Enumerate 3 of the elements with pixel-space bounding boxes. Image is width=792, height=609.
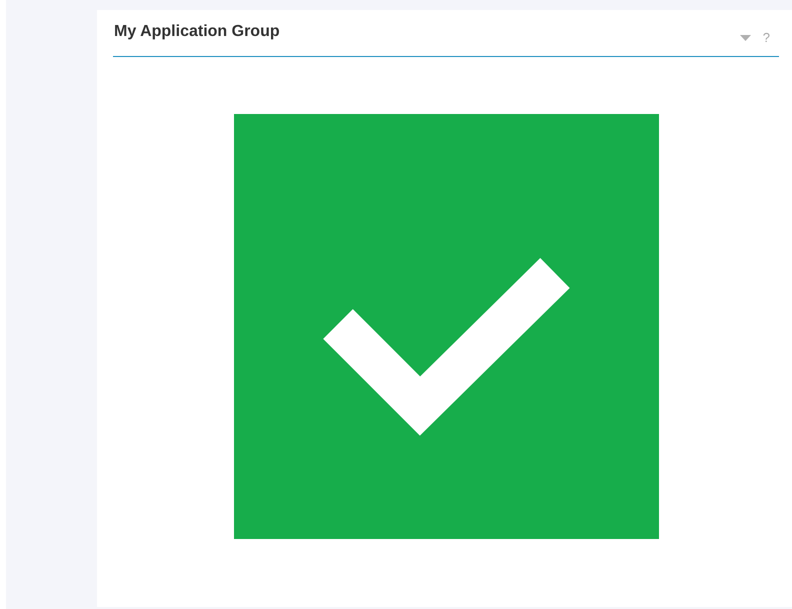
panel-title: My Application Group	[114, 23, 281, 41]
help-button[interactable]: ?	[762, 30, 770, 45]
dropdown-caret-icon[interactable]	[740, 34, 751, 40]
